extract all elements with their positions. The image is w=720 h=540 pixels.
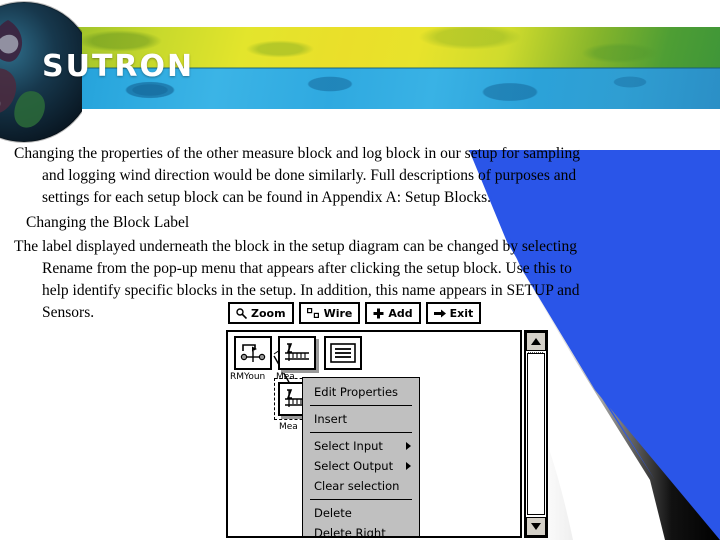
menu-item-delete[interactable]: Delete [303, 503, 419, 523]
menu-item-select-output[interactable]: Select Output [303, 456, 419, 476]
diagram-block-sensor[interactable] [234, 336, 272, 370]
add-button-label: Add [388, 306, 413, 320]
setup-diagram-canvas[interactable]: RMYoun Mea Mea Edit Properties Insert Se… [226, 330, 522, 538]
menu-separator [310, 432, 412, 433]
wire-icon [306, 307, 320, 319]
paragraph-2-line-2: Rename from the pop-up menu that appears… [42, 260, 572, 277]
section-subheading: Changing the Block Label [26, 214, 190, 231]
app-toolbar: Zoom Wire Add Exit [228, 302, 482, 324]
submenu-arrow-icon [406, 442, 411, 450]
measure-block-icon [285, 343, 309, 361]
paragraph-1: Changing the properties of the other mea… [14, 143, 686, 209]
exit-button[interactable]: Exit [425, 302, 482, 324]
submenu-arrow-icon [406, 462, 411, 470]
zoom-button[interactable]: Zoom [228, 302, 294, 324]
paragraph-1-line-1: Changing the properties of the other mea… [14, 145, 581, 162]
scrollbar-down-button[interactable] [526, 517, 546, 536]
paragraph-2-line-3: help identify specific blocks in the set… [42, 282, 580, 299]
menu-item-delete-label: Delete [314, 506, 352, 520]
menu-separator [310, 405, 412, 406]
scrollbar-up-button[interactable] [526, 332, 546, 351]
plus-icon [373, 308, 384, 319]
menu-item-delete-right[interactable]: Delete Right [303, 523, 419, 538]
menu-item-clear-selection[interactable]: Clear selection [303, 476, 419, 496]
diagram-block-sensor-label: RMYoun [230, 372, 266, 382]
diagram-block-measure-top[interactable] [278, 336, 316, 370]
paragraph-2-line-1: The label displayed underneath the block… [14, 238, 577, 255]
menu-separator [310, 499, 412, 500]
add-button[interactable]: Add [365, 302, 421, 324]
menu-item-edit-properties-label: Edit Properties [314, 385, 399, 399]
paragraph-1-line-3: settings for each setup block can be fou… [42, 189, 491, 206]
scroll-up-arrow-icon [531, 338, 541, 345]
wire-button-label: Wire [323, 306, 353, 320]
block-context-menu[interactable]: Edit Properties Insert Select Input Sele… [302, 377, 420, 538]
scroll-down-arrow-icon [531, 523, 541, 530]
zoom-button-label: Zoom [251, 306, 286, 320]
menu-item-select-input-label: Select Input [314, 439, 383, 453]
vertical-scrollbar[interactable] [524, 330, 548, 538]
menu-item-select-input[interactable]: Select Input [303, 436, 419, 456]
menu-item-select-output-label: Select Output [314, 459, 394, 473]
paragraph-1-line-2: and logging wind direction would be done… [42, 167, 577, 184]
menu-item-insert-label: Insert [314, 412, 347, 426]
menu-item-insert[interactable]: Insert [303, 409, 419, 429]
magnifier-icon [236, 307, 247, 319]
log-block-icon [330, 343, 356, 363]
menu-item-edit-properties[interactable]: Edit Properties [303, 382, 419, 402]
arrow-right-icon [433, 308, 446, 319]
menu-item-delete-right-label: Delete Right [314, 526, 386, 538]
menu-item-clear-selection-label: Clear selection [314, 479, 400, 493]
exit-button-label: Exit [449, 306, 474, 320]
diagram-block-log[interactable] [324, 336, 362, 370]
sensor-block-icon [240, 344, 266, 362]
setup-diagram-screenshot: Zoom Wire Add Exit RMYoun Mea Mea Edit P… [222, 300, 552, 540]
scrollbar-thumb[interactable] [527, 353, 545, 515]
slide-body-text: Changing the properties of the other mea… [14, 143, 686, 325]
sutron-logo: SUTRON [42, 49, 195, 84]
wire-button[interactable]: Wire [298, 302, 361, 324]
slide-page: SUTRON Changing the properties of the ot… [0, 0, 720, 540]
diagram-block-measure-bottom-label: Mea [279, 422, 298, 432]
